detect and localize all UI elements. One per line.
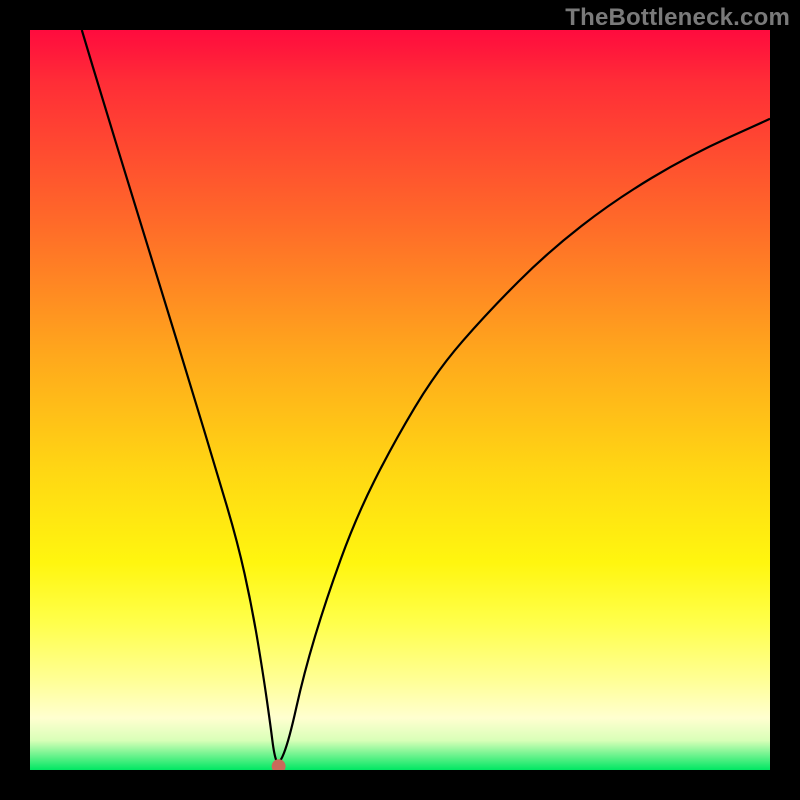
chart-frame: TheBottleneck.com: [0, 0, 800, 800]
bottleneck-curve: [82, 30, 770, 762]
plot-area: [30, 30, 770, 770]
minimum-marker-icon: [272, 759, 286, 770]
curve-overlay: [30, 30, 770, 770]
attribution-watermark: TheBottleneck.com: [565, 4, 790, 32]
